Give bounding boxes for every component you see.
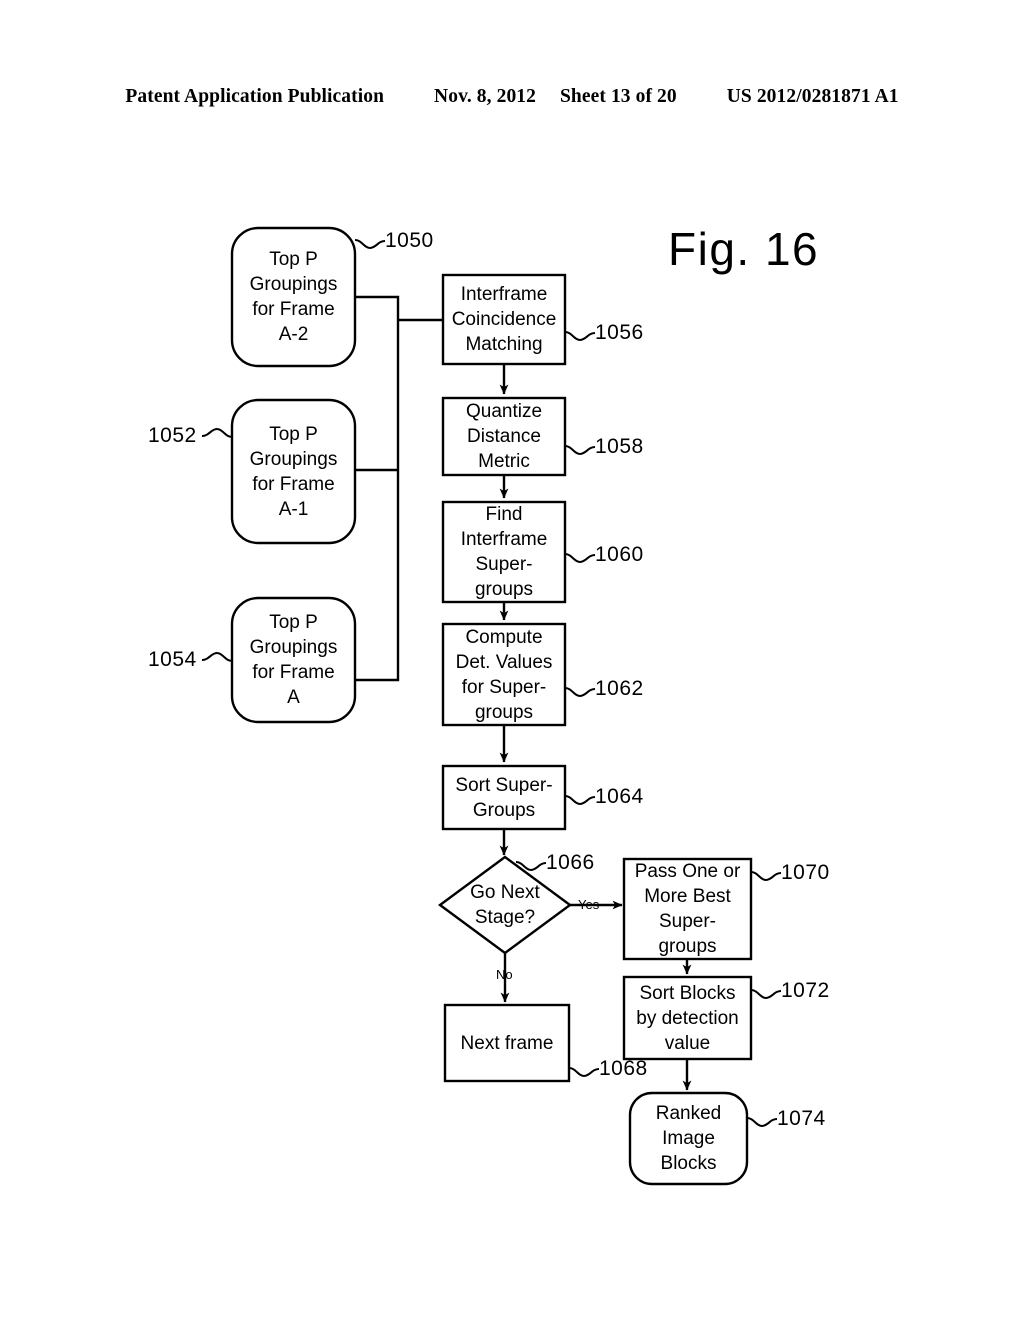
- ref-numeral-1068: 1068: [599, 1057, 648, 1080]
- ref-numeral-1054: 1054: [148, 648, 197, 671]
- ref-numeral-1062: 1062: [595, 677, 644, 700]
- ref-numeral-1070: 1070: [781, 861, 830, 884]
- ref-numeral-1072: 1072: [781, 979, 830, 1002]
- node-shape-find-supergroups: [441, 500, 567, 604]
- ref-numeral-1058: 1058: [595, 435, 644, 458]
- node-shape-interframe-matching: [441, 273, 567, 366]
- figure-canvas: Fig. 16 Top P Groupings for Frame A-2 To…: [0, 0, 1024, 1320]
- node-shape-sort-blocks: [622, 975, 753, 1061]
- node-shape-pass-best-supergroups: [622, 857, 753, 961]
- node-shape-sort-supergroups: [441, 764, 567, 831]
- node-shape-ranked-image-blocks: [628, 1091, 749, 1186]
- node-shape-compute-det-values: [441, 622, 567, 727]
- ref-numeral-1050: 1050: [385, 229, 434, 252]
- ref-numeral-1064: 1064: [595, 785, 644, 808]
- node-shape-top-p-a1: [230, 398, 357, 545]
- figure-title: Fig. 16: [668, 223, 820, 275]
- ref-numeral-1056: 1056: [595, 321, 644, 344]
- edge-label-no: No: [496, 967, 513, 982]
- ref-numeral-1052: 1052: [148, 424, 197, 447]
- node-shape-top-p-a2: [230, 226, 357, 368]
- edge-label-yes: Yes: [578, 897, 600, 912]
- ref-numeral-1066: 1066: [546, 851, 595, 874]
- node-shape-top-p-a: [230, 596, 357, 724]
- ref-numeral-1074: 1074: [777, 1107, 826, 1130]
- node-shape-next-frame: [443, 1003, 571, 1083]
- node-shape-quantize-distance: [441, 396, 567, 477]
- ref-numeral-1060: 1060: [595, 543, 644, 566]
